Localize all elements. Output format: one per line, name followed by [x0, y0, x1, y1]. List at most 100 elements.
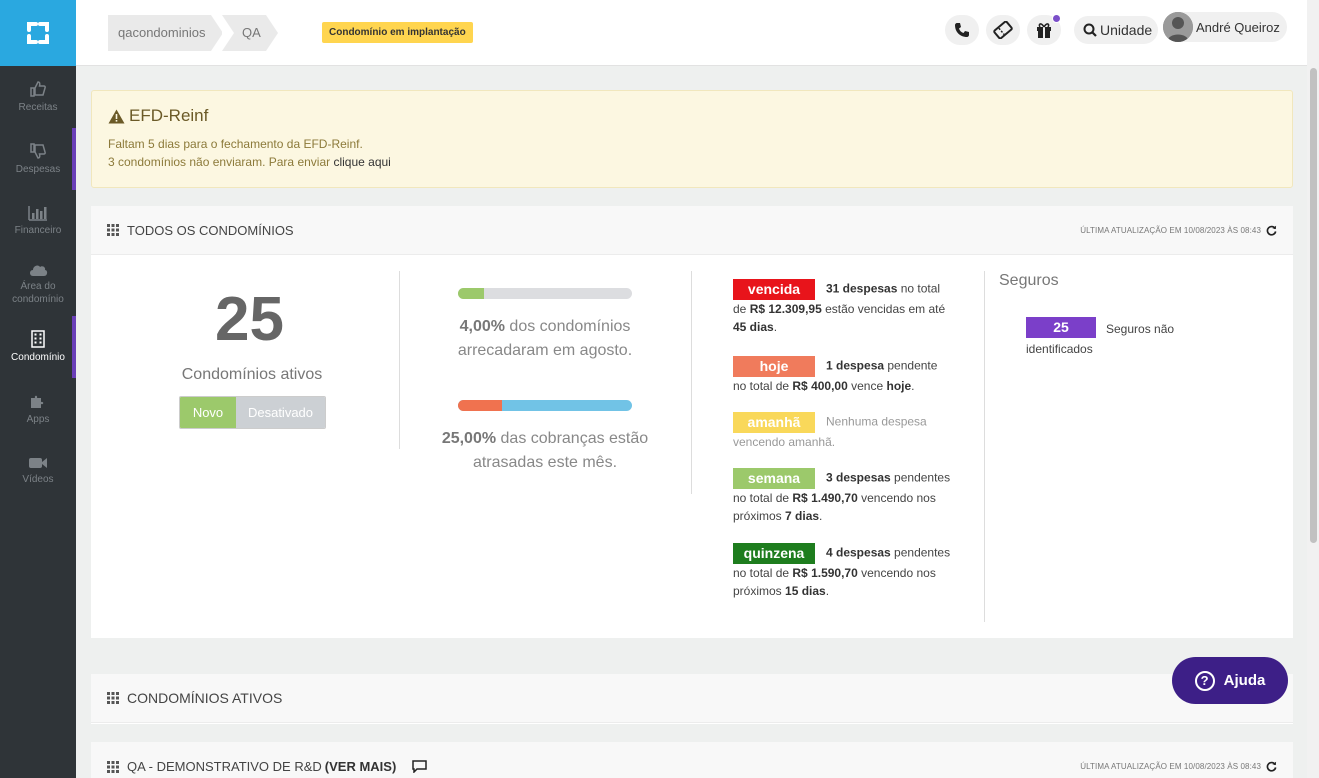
arrecadacao-text-2: arrecadaram em agosto.	[457, 342, 633, 359]
divider	[691, 271, 692, 494]
breadcrumb-qa[interactable]: QA	[222, 15, 278, 51]
sidebar-item-area-do-condominio[interactable]: Área do condomínio	[0, 252, 76, 316]
tag-quinzena: quinzena	[733, 543, 815, 564]
seguros-title: Seguros	[999, 272, 1059, 289]
sidebar-item-label: Apps	[26, 414, 50, 425]
alert-link[interactable]: clique aqui	[333, 155, 390, 169]
sidebar-item-receitas[interactable]: Receitas	[0, 66, 76, 128]
novo-desativado-toggle[interactable]: Novo Desativado	[179, 396, 326, 429]
due-days: hoje	[886, 379, 912, 393]
cobrancas-text-2: atrasadas este mês.	[472, 454, 618, 471]
sidebar: Receitas Despesas Financeiro Área do con…	[0, 0, 76, 778]
active-count-label: Condomínios ativos	[181, 366, 323, 383]
avatar	[1163, 12, 1193, 42]
arrecadacao-progress-fill	[458, 288, 485, 299]
due-quinzena[interactable]: quinzena 4 despesas pendentes no total de…	[733, 543, 953, 600]
sidebar-item-label: Receitas	[18, 102, 58, 113]
card-header: QA - DEMONSTRATIVO DE R&D (VER MAIS) ÚLT…	[91, 742, 1293, 778]
logo-icon	[27, 22, 49, 44]
building-icon	[31, 330, 45, 348]
seguros-count-badge[interactable]: 25	[1026, 317, 1096, 338]
due-amount: R$ 1.490,70	[792, 491, 858, 505]
cloud-icon	[30, 265, 48, 276]
arrecadacao-stat: 4,00% dos condomínios arrecadaram em ago…	[435, 315, 655, 363]
ticket-button[interactable]	[986, 15, 1020, 45]
sidebar-item-label: Despesas	[15, 164, 61, 175]
comment-icon[interactable]	[412, 760, 428, 773]
video-camera-icon	[29, 458, 47, 468]
due-count: 1 despesa	[826, 358, 885, 373]
alert-line-2: 3 condomínios não enviaram. Para enviar …	[108, 155, 391, 169]
alert-title-text: EFD-Reinf	[129, 106, 209, 125]
due-text: .	[773, 320, 778, 334]
sidebar-item-label: Financeiro	[14, 225, 62, 236]
last-updated: ÚLTIMA ATUALIZAÇÃO EM 10/08/2023 ÀS 08:4…	[1080, 761, 1277, 772]
due-days: 45 dias	[733, 320, 774, 334]
arrecadacao-text-1: dos condomínios	[504, 318, 631, 335]
user-name: André Queiroz	[1196, 19, 1280, 35]
efd-reinf-alert: EFD-Reinf Faltam 5 dias para o fechament…	[91, 90, 1293, 188]
last-updated: ÚLTIMA ATUALIZAÇÃO EM 10/08/2023 ÀS 08:4…	[1080, 225, 1277, 236]
due-amount: R$ 400,00	[792, 379, 848, 393]
due-count: 3 despesas	[826, 470, 891, 485]
due-hoje[interactable]: hoje 1 despesa pendente no total de R$ 40…	[733, 356, 953, 395]
unidade-label: Unidade	[1100, 22, 1153, 38]
grid-icon	[107, 692, 119, 704]
user-menu[interactable]: André Queiroz	[1163, 12, 1287, 42]
due-text: .	[819, 509, 823, 523]
grid-icon	[107, 760, 119, 773]
arrecadacao-pct: 4,00%	[459, 318, 505, 335]
cobrancas-stat: 25,00% das cobranças estão atrasadas est…	[425, 427, 665, 475]
card-title: CONDOMÍNIOS ATIVOS	[127, 690, 283, 706]
scrollbar-thumb[interactable]	[1310, 68, 1317, 543]
divider	[984, 271, 985, 622]
status-badge: Condomínio em implantação	[322, 22, 473, 43]
app-logo[interactable]	[0, 0, 76, 66]
due-amount: R$ 12.309,95	[749, 302, 822, 316]
tag-amanha: amanhã	[733, 412, 815, 433]
alert-title: EFD-Reinf	[108, 106, 208, 126]
due-semana[interactable]: semana 3 despesas pendentes no total de R…	[733, 468, 953, 525]
notification-dot	[1052, 14, 1061, 23]
question-icon: ?	[1194, 670, 1215, 691]
gift-icon	[1037, 23, 1051, 38]
refresh-icon[interactable]	[1266, 225, 1277, 236]
sidebar-item-apps[interactable]: Apps	[0, 378, 76, 440]
due-vencida[interactable]: vencida 31 despesas no total de R$ 12.309…	[733, 279, 953, 336]
cobrancas-progress-bar	[458, 400, 632, 411]
card-title: QA - DEMONSTRATIVO DE R&D	[127, 759, 322, 774]
due-amount: R$ 1.590,70	[792, 566, 858, 580]
unidade-search-button[interactable]: Unidade	[1074, 16, 1158, 44]
help-button[interactable]: ? Ajuda	[1172, 657, 1288, 704]
sidebar-item-label: Condomínio	[11, 352, 65, 363]
phone-button[interactable]	[945, 15, 979, 45]
due-text: .	[825, 584, 830, 598]
sidebar-item-condominio[interactable]: Condomínio	[0, 316, 76, 378]
refresh-icon[interactable]	[1266, 761, 1277, 772]
alert-line-1: Faltam 5 dias para o fechamento da EFD-R…	[108, 137, 363, 151]
condominios-ativos-card: CONDOMÍNIOS ATIVOS	[91, 674, 1293, 724]
gift-button[interactable]	[1027, 14, 1061, 45]
breadcrumb-qacondominios[interactable]: qacondominios	[108, 15, 223, 51]
grid-icon	[107, 224, 119, 236]
toggle-novo[interactable]: Novo	[180, 397, 236, 428]
alert-line-2-text: 3 condomínios não enviaram. Para enviar	[108, 155, 331, 169]
due-amanha[interactable]: amanhã Nenhuma despesa vencendo amanhã.	[733, 412, 953, 451]
cobrancas-progress-fill	[458, 400, 502, 411]
toggle-desativado[interactable]: Desativado	[236, 397, 325, 428]
sidebar-item-despesas[interactable]: Despesas	[0, 128, 76, 190]
warning-icon	[108, 109, 125, 123]
sidebar-item-label: Vídeos	[22, 474, 54, 485]
tag-semana: semana	[733, 468, 815, 489]
page-scrollbar[interactable]	[1307, 0, 1319, 778]
user-avatar-icon	[1163, 12, 1193, 42]
sidebar-item-financeiro[interactable]: Financeiro	[0, 190, 76, 252]
sidebar-item-videos[interactable]: Vídeos	[0, 440, 76, 502]
card-header: TODOS OS CONDOMÍNIOS ÚLTIMA ATUALIZAÇÃO …	[91, 206, 1293, 255]
ver-mais-link[interactable]: (VER MAIS)	[325, 759, 397, 774]
due-days: 7 dias	[785, 509, 820, 523]
due-days: 15 dias	[785, 584, 826, 598]
last-updated-text: ÚLTIMA ATUALIZAÇÃO EM 10/08/2023 ÀS 08:4…	[1080, 225, 1261, 235]
divider	[399, 271, 400, 449]
card-header[interactable]: CONDOMÍNIOS ATIVOS	[91, 674, 1293, 723]
